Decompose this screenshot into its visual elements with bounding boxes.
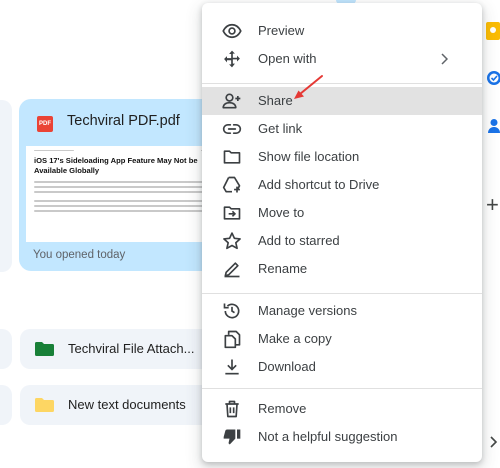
annotation-arrow-icon [294, 75, 323, 99]
menu-item-label: Get link [258, 121, 303, 136]
folder-icon [35, 342, 54, 356]
person-add-icon [222, 93, 241, 109]
tasks-icon[interactable] [486, 70, 500, 86]
menu-item-remove[interactable]: Remove [202, 395, 482, 423]
menu-item-download[interactable]: Download [202, 353, 482, 381]
menu-item-label: Move to [258, 205, 305, 220]
chevron-right-icon[interactable] [488, 436, 498, 448]
file-card-activity: You opened today [33, 249, 126, 261]
menu-item-label: Remove [258, 401, 307, 416]
previous-file-card[interactable] [0, 100, 12, 272]
menu-item-add-shortcut[interactable]: Add shortcut to Drive [202, 171, 482, 199]
keep-icon[interactable] [486, 22, 500, 40]
copy-icon [224, 330, 241, 349]
chevron-right-icon [441, 53, 448, 65]
menu-item-rename[interactable]: Rename [202, 255, 482, 283]
download-icon [225, 359, 239, 375]
star-outline-icon [223, 232, 241, 250]
trash-icon [225, 400, 239, 418]
menu-item-label: Show file location [258, 149, 360, 164]
eye-icon [222, 23, 242, 39]
menu-item-label: Not a helpful suggestion [258, 429, 398, 444]
menu-item-label: Add to starred [258, 233, 340, 248]
menu-item-label: Open with [258, 51, 317, 66]
pencil-icon [224, 262, 240, 278]
link-icon [222, 124, 242, 134]
side-panel-rail: + [486, 0, 500, 468]
previous-row-sliver[interactable] [0, 385, 12, 425]
menu-divider [202, 388, 482, 389]
context-menu: Preview Open with Share Get link Show fi… [202, 3, 482, 462]
contacts-icon[interactable] [486, 118, 500, 134]
menu-item-label: Preview [258, 23, 305, 38]
move-arrows-icon [224, 50, 240, 68]
thumbnail-header-text [34, 150, 74, 151]
menu-item-label: Rename [258, 261, 308, 276]
previous-row-sliver[interactable] [0, 329, 12, 369]
menu-item-move-to[interactable]: Move to [202, 199, 482, 227]
add-to-drive-icon [222, 176, 241, 193]
menu-divider [202, 293, 482, 294]
menu-item-preview[interactable]: Preview [202, 17, 482, 45]
menu-item-make-a-copy[interactable]: Make a copy [202, 325, 482, 353]
folder-row-label: Techviral File Attach... [68, 341, 195, 356]
menu-item-show-file-location[interactable]: Show file location [202, 143, 482, 171]
menu-item-label: Make a copy [258, 331, 332, 346]
folder-row-label: New text documents [68, 397, 186, 412]
menu-item-manage-versions[interactable]: Manage versions [202, 297, 482, 325]
menu-item-open-with[interactable]: Open with [202, 45, 482, 73]
menu-item-label: Manage versions [258, 303, 357, 318]
menu-item-share[interactable]: Share [202, 87, 482, 115]
menu-item-label: Share [258, 93, 293, 108]
pdf-icon: PDF [37, 116, 53, 132]
thumb-down-icon [223, 429, 241, 445]
menu-item-not-helpful[interactable]: Not a helpful suggestion [202, 423, 482, 451]
file-card-title: Techviral PDF.pdf [67, 113, 180, 129]
add-icon[interactable]: + [486, 194, 499, 216]
menu-item-label: Add shortcut to Drive [258, 177, 380, 192]
menu-item-label: Download [258, 359, 316, 374]
history-icon [223, 303, 240, 319]
menu-item-add-to-starred[interactable]: Add to starred [202, 227, 482, 255]
menu-divider [202, 83, 482, 84]
folder-outline-icon [223, 150, 241, 164]
menu-item-get-link[interactable]: Get link [202, 115, 482, 143]
folder-icon [35, 398, 54, 412]
drive-file-move-icon [223, 206, 241, 220]
